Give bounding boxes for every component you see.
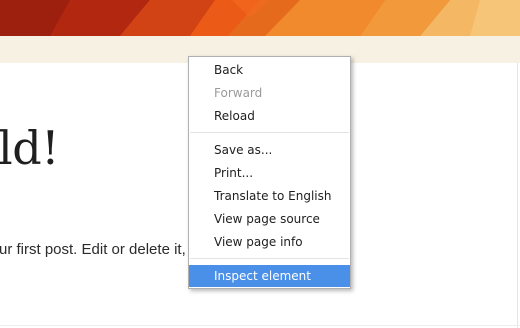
menu-item-save-as[interactable]: Save as... (189, 139, 350, 161)
header-banner-image (0, 0, 520, 36)
content-divider (0, 325, 520, 326)
menu-item-inspect-element[interactable]: Inspect element (189, 265, 350, 287)
menu-item-view-page-source[interactable]: View page source (189, 208, 350, 230)
menu-item-view-page-info[interactable]: View page info (189, 231, 350, 253)
post-body-text: ur first post. Edit or delete it, (0, 241, 186, 258)
menu-item-translate[interactable]: Translate to English (189, 185, 350, 207)
menu-item-print[interactable]: Print... (189, 162, 350, 184)
context-menu: Back Forward Reload Save as... Print... … (188, 56, 351, 289)
menu-item-forward: Forward (214, 86, 263, 100)
menu-item-back[interactable]: Back (189, 59, 350, 81)
menu-item-reload[interactable]: Reload (189, 105, 350, 127)
menu-separator (190, 132, 349, 133)
content-border (517, 63, 518, 328)
post-title[interactable]: ld! (0, 120, 60, 176)
menu-separator (190, 258, 349, 259)
web-page: ld! ur first post. Edit or delete it, Ba… (0, 0, 520, 328)
